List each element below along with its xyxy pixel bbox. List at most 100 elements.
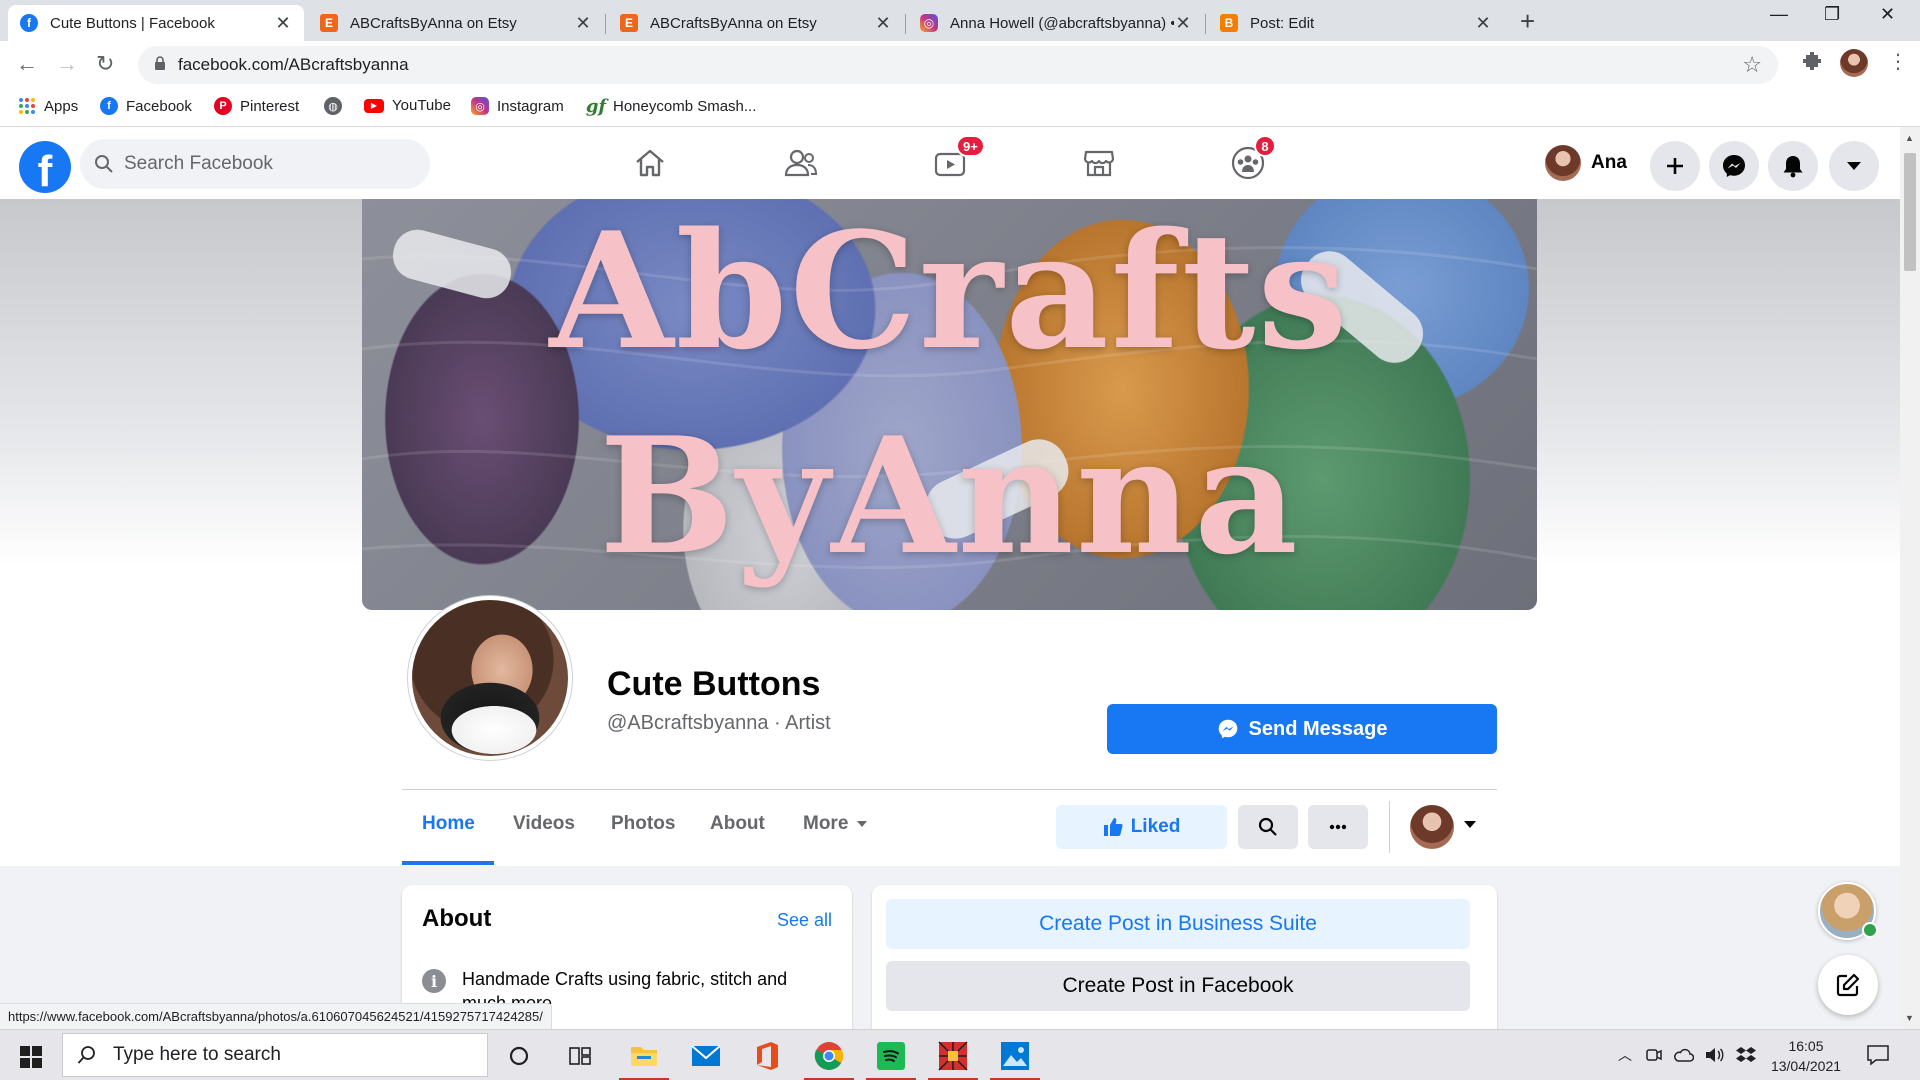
caret-down-icon[interactable]	[1464, 821, 1476, 828]
avatar	[1545, 145, 1581, 181]
maximize-button[interactable]: ❐	[1824, 4, 1840, 25]
browser-menu-icon[interactable]: ⋮	[1888, 49, 1908, 74]
create-button[interactable]	[1650, 141, 1700, 191]
window-close-button[interactable]: ✕	[1880, 4, 1895, 25]
new-tab-button[interactable]: +	[1520, 6, 1535, 37]
tab-separator	[1205, 14, 1206, 34]
address-bar[interactable]: facebook.com/ABcraftsbyanna ☆	[138, 46, 1778, 84]
tab-home[interactable]: Home	[422, 813, 475, 835]
spotify-icon[interactable]	[866, 1036, 916, 1080]
nav-home[interactable]	[620, 141, 680, 185]
show-hidden-icons-chevron-icon[interactable]: ︿	[1618, 1045, 1632, 1065]
tab-instagram[interactable]: ◎ Anna Howell (@abcraftsbyanna) • ✕	[908, 5, 1204, 41]
stitch-app-icon[interactable]	[928, 1036, 978, 1080]
page-profile-picture[interactable]	[407, 595, 573, 761]
scroll-down-arrow-icon[interactable]: ▼	[1905, 1013, 1914, 1023]
close-icon[interactable]: ✕	[1474, 13, 1492, 34]
notifications-button[interactable]	[1768, 141, 1818, 191]
online-status-dot	[1862, 922, 1878, 938]
tab-etsy-1[interactable]: E ABCraftsByAnna on Etsy ✕	[308, 5, 604, 41]
honeycomb-icon: gf	[585, 95, 607, 117]
volume-icon[interactable]	[1704, 1046, 1724, 1064]
notification-center-icon[interactable]	[1866, 1044, 1890, 1066]
see-all-link[interactable]: See all	[777, 910, 832, 931]
reload-button[interactable]: ↻	[96, 51, 114, 77]
chrome-icon[interactable]	[804, 1036, 854, 1080]
office-icon[interactable]	[742, 1036, 792, 1076]
tab-more[interactable]: More	[803, 813, 868, 835]
browser-profile-avatar[interactable]	[1840, 49, 1868, 77]
watch-badge: 9+	[956, 135, 985, 157]
tab-videos[interactable]: Videos	[513, 813, 575, 835]
page-more-options-button[interactable]	[1308, 805, 1368, 849]
facebook-logo-icon[interactable]: f	[19, 141, 71, 193]
system-clock[interactable]: 16:05 13/04/2021	[1766, 1036, 1846, 1076]
file-explorer-icon[interactable]	[619, 1036, 669, 1080]
tab-photos[interactable]: Photos	[611, 813, 675, 835]
page-search-button[interactable]	[1238, 805, 1298, 849]
windows-start-icon[interactable]	[20, 1046, 42, 1068]
page-scrollbar[interactable]: ▲ ▼	[1900, 127, 1920, 1029]
create-post-facebook-button[interactable]: Create Post in Facebook	[886, 961, 1470, 1011]
facebook-search[interactable]	[80, 139, 430, 189]
profile-photo-image	[412, 600, 568, 756]
bookmarks-bar: Apps f Facebook P Pinterest ◍ ▶ YouTube …	[0, 89, 1920, 127]
tab-about[interactable]: About	[710, 813, 765, 835]
tab-blogger[interactable]: B Post: Edit ✕	[1208, 5, 1504, 41]
bookmark-pinterest[interactable]: P Pinterest	[214, 97, 299, 115]
nav-marketplace[interactable]	[1069, 141, 1129, 185]
etsy-icon: E	[620, 14, 638, 32]
forward-button[interactable]: →	[56, 51, 78, 77]
back-button[interactable]: ←	[16, 51, 38, 77]
task-view-icon[interactable]	[555, 1036, 605, 1076]
onedrive-cloud-icon[interactable]	[1672, 1047, 1694, 1063]
close-icon[interactable]: ✕	[274, 13, 292, 34]
bookmark-apps[interactable]: Apps	[18, 97, 78, 115]
photos-app-icon[interactable]	[990, 1036, 1040, 1080]
send-message-button[interactable]: Send Message	[1107, 704, 1497, 754]
blogger-icon: B	[1220, 14, 1238, 32]
messenger-button[interactable]	[1709, 141, 1759, 191]
cover-photo[interactable]: AbCrafts ByAnna	[362, 199, 1537, 610]
bookmark-instagram[interactable]: ◎ Instagram	[471, 97, 564, 115]
scrollbar-thumb[interactable]	[1904, 153, 1916, 271]
minimize-button[interactable]: —	[1770, 4, 1788, 25]
action-separator	[1389, 801, 1390, 853]
extensions-puzzle-icon[interactable]	[1800, 49, 1824, 73]
voice-selector-avatar[interactable]	[1410, 805, 1454, 849]
close-icon[interactable]: ✕	[574, 13, 592, 34]
bookmark-star-icon[interactable]: ☆	[1742, 52, 1762, 78]
cortana-icon[interactable]	[494, 1036, 544, 1076]
home-icon	[636, 149, 664, 177]
new-message-button[interactable]	[1818, 955, 1878, 1015]
close-icon[interactable]: ✕	[874, 13, 892, 34]
account-menu-button[interactable]	[1829, 141, 1879, 191]
nav-groups[interactable]: 8	[1218, 135, 1278, 185]
scroll-up-arrow-icon[interactable]: ▲	[1905, 133, 1914, 143]
bookmark-facebook[interactable]: f Facebook	[100, 97, 192, 115]
nav-watch[interactable]: 9+	[920, 135, 985, 185]
header-divider	[402, 789, 1497, 790]
apps-grid-icon	[18, 97, 36, 115]
taskbar-search-input[interactable]	[113, 1044, 453, 1066]
dropbox-icon[interactable]	[1736, 1046, 1756, 1064]
create-post-business-suite-button[interactable]: Create Post in Business Suite	[886, 899, 1470, 949]
bookmark-honeycomb[interactable]: gf Honeycomb Smash...	[585, 95, 757, 117]
liked-button[interactable]: Liked	[1056, 805, 1227, 849]
meet-now-icon[interactable]	[1645, 1046, 1663, 1064]
profile-chip[interactable]: Ana	[1545, 145, 1627, 181]
taskbar-search[interactable]	[62, 1033, 488, 1077]
groups-badge: 8	[1254, 135, 1276, 157]
tab-facebook[interactable]: f Cute Buttons | Facebook ✕	[8, 5, 304, 41]
bookmark-youtube[interactable]: ▶ YouTube	[364, 97, 451, 114]
lock-icon	[155, 56, 165, 70]
facebook-icon: f	[100, 97, 118, 115]
search-input[interactable]	[124, 151, 414, 177]
facebook-icon: f	[20, 14, 38, 32]
nav-friends[interactable]	[771, 141, 831, 185]
tab-etsy-2[interactable]: E ABCraftsByAnna on Etsy ✕	[608, 5, 904, 41]
bookmark-globe[interactable]: ◍	[324, 97, 350, 115]
close-icon[interactable]: ✕	[1174, 13, 1192, 34]
mail-icon[interactable]	[681, 1036, 731, 1076]
etsy-icon: E	[320, 14, 338, 32]
